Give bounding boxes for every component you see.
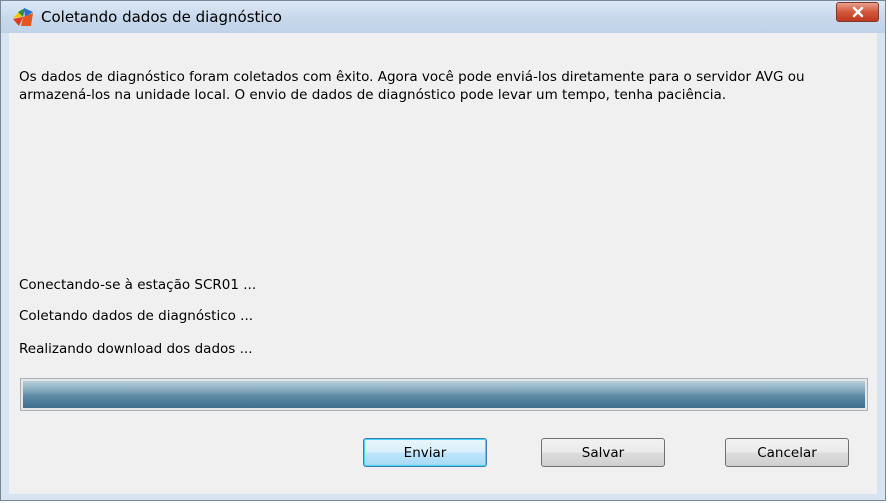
- avg-logo-icon: [13, 8, 33, 26]
- close-button[interactable]: [836, 2, 879, 22]
- info-message: Os dados de diagnóstico foram coletados …: [19, 69, 805, 103]
- window-title: Coletando dados de diagnóstico: [41, 8, 282, 26]
- dialog-window: Coletando dados de diagnóstico Os dados …: [0, 0, 886, 501]
- cancel-button[interactable]: Cancelar: [725, 438, 849, 467]
- status-line-collecting: Coletando dados de diagnóstico ...: [19, 308, 254, 324]
- title-bar[interactable]: Coletando dados de diagnóstico: [1, 1, 885, 33]
- status-line-connecting: Conectando-se à estação SCR01 ...: [19, 277, 257, 293]
- progress-fill: [23, 381, 865, 408]
- close-icon: [852, 6, 863, 18]
- status-line-downloading: Realizando download dos dados ...: [19, 341, 253, 357]
- dialog-body: Os dados de diagnóstico foram coletados …: [9, 33, 877, 494]
- send-button[interactable]: Enviar: [363, 438, 487, 467]
- save-button[interactable]: Salvar: [541, 438, 665, 467]
- progress-bar: [20, 378, 868, 411]
